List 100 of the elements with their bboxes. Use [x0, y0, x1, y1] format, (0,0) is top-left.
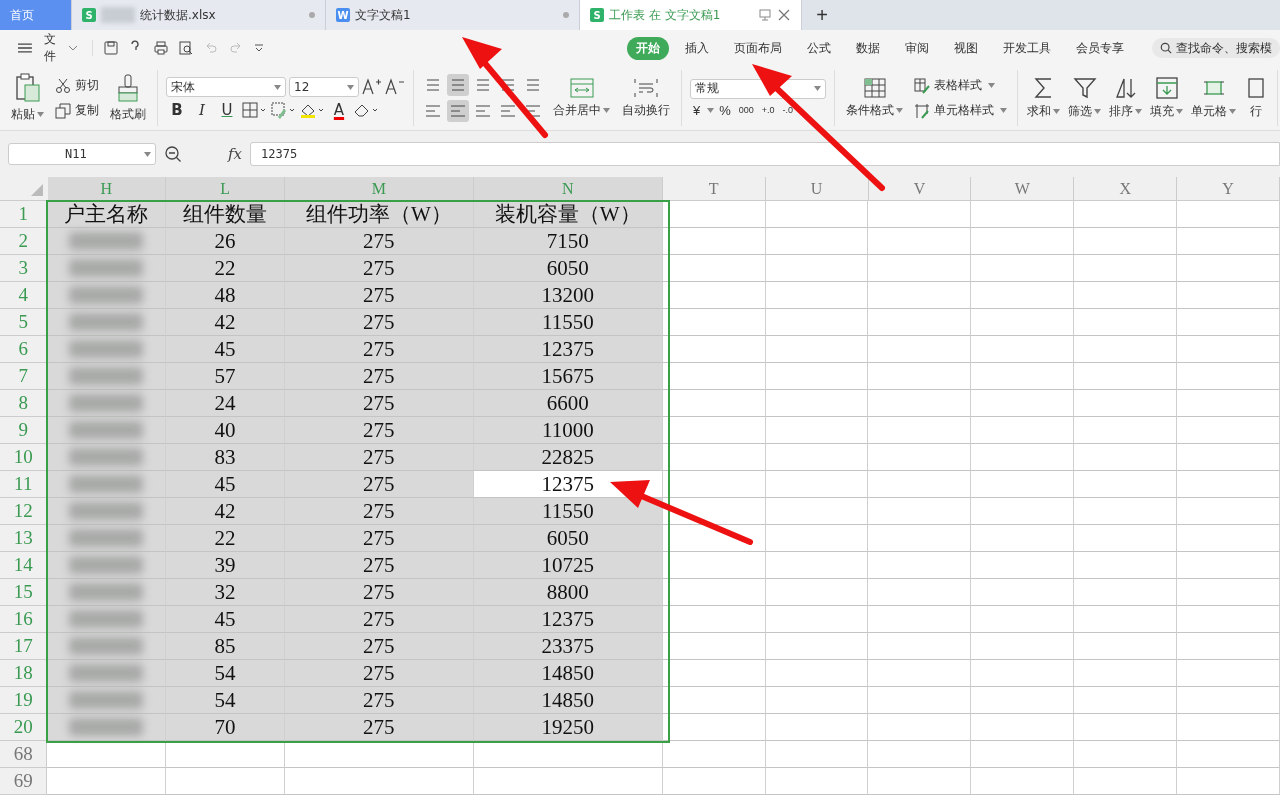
ribbon-tab[interactable]: 视图	[945, 36, 987, 60]
print-icon[interactable]	[152, 40, 169, 56]
document-tab[interactable]: S 统计数据.xlsx	[72, 0, 326, 30]
table-cell: 组件数量	[166, 201, 285, 228]
ribbon-tab[interactable]: 页面布局	[725, 36, 791, 60]
wrap-text-button[interactable]: 自动换行	[619, 77, 673, 119]
copy-button[interactable]: 复制	[53, 100, 101, 121]
column-header[interactable]: T	[662, 177, 766, 200]
increase-font-icon[interactable]	[362, 78, 382, 96]
caret-icon	[896, 108, 903, 113]
merge-center-button[interactable]: 合并居中	[550, 77, 613, 119]
ribbon-tab[interactable]: 插入	[676, 36, 718, 60]
new-tab-button[interactable]: +	[802, 0, 842, 30]
name-box[interactable]: N11	[8, 143, 156, 165]
table-cell: 6050	[473, 255, 663, 282]
wrap-text-icon	[633, 77, 659, 99]
table-cell: 26	[166, 228, 285, 255]
ribbon-tab[interactable]: 开发工具	[994, 36, 1060, 60]
thousands-button[interactable]: 000	[735, 105, 757, 115]
table-cell: 85	[166, 633, 285, 660]
borders-icon[interactable]	[241, 101, 267, 119]
ribbon-button[interactable]: 填充	[1149, 76, 1184, 120]
caret-icon	[37, 112, 44, 117]
table-cell: 275	[284, 714, 474, 741]
row-header[interactable]: 68	[0, 741, 48, 768]
cell-border-pen-icon[interactable]	[270, 101, 296, 119]
table-cell: 275	[284, 471, 474, 498]
file-menu[interactable]: 文件	[14, 31, 82, 65]
table-cell: 11550	[473, 309, 663, 336]
decrease-font-icon[interactable]	[385, 78, 405, 96]
table-icon	[862, 77, 887, 99]
currency-button[interactable]: ¥	[690, 102, 704, 118]
table-cell: 6600	[473, 390, 663, 417]
table-cell: 14850	[473, 660, 663, 687]
search-icon	[1160, 41, 1172, 55]
caret-icon	[1229, 109, 1236, 114]
column-header[interactable]: W	[971, 177, 1075, 200]
table-cell: 22	[166, 525, 285, 552]
align-icon[interactable]	[447, 100, 469, 122]
column-header[interactable]: Y	[1177, 177, 1280, 200]
tab-label: 文字文稿1	[355, 6, 411, 24]
document-tab[interactable]: W 文字文稿1	[326, 0, 580, 30]
save-icon[interactable]	[102, 40, 119, 56]
ribbon-tab[interactable]: 数据	[847, 36, 889, 60]
document-tab[interactable]: S 工作表 在 文字文稿1	[580, 0, 802, 30]
caret-icon	[1053, 109, 1060, 114]
copy-icon	[55, 102, 71, 119]
document-icon: W	[336, 8, 350, 22]
dropdown-icon[interactable]	[252, 42, 265, 54]
paste-button[interactable]: 粘贴	[8, 73, 47, 123]
table-cell: 14850	[473, 687, 663, 714]
ribbon-button[interactable]: 筛选	[1067, 76, 1102, 120]
column-header[interactable]: X	[1074, 177, 1178, 200]
font-color-button[interactable]: A	[328, 101, 350, 119]
table-cell: 275	[284, 228, 474, 255]
table-cell: 12375	[473, 606, 663, 633]
table-cell: 组件功率（W）	[284, 201, 474, 228]
underline-button[interactable]: U	[216, 101, 238, 119]
table-cell: 275	[284, 282, 474, 309]
italic-button[interactable]: I	[191, 101, 213, 119]
font-size-dropdown[interactable]: 12	[289, 77, 359, 97]
monitor-icon[interactable]	[758, 8, 772, 22]
formula-field[interactable]: 12375	[250, 142, 1280, 166]
table-style-button[interactable]: 表格样式	[912, 75, 1009, 96]
zoom-icon[interactable]	[164, 145, 182, 163]
cut-button[interactable]: 剪切	[53, 75, 101, 96]
caret-icon	[988, 83, 995, 88]
cell-style-button[interactable]: 单元格样式	[912, 100, 1009, 121]
ribbon-tab[interactable]: 公式	[798, 36, 840, 60]
ribbon-tab[interactable]: 审阅	[896, 36, 938, 60]
caret-icon	[274, 84, 281, 90]
function-label[interactable]: fx	[228, 145, 242, 163]
ribbon-tab[interactable]: 会员专享	[1067, 36, 1133, 60]
increase-decimal-button[interactable]: +.0	[758, 105, 778, 115]
table-cell: 54	[166, 687, 285, 714]
font-family-dropdown[interactable]: 宋体	[166, 77, 286, 97]
column-header[interactable]: V	[868, 177, 972, 200]
table-cell: 22	[166, 255, 285, 282]
table-cell: 19250	[473, 714, 663, 741]
print-preview-icon[interactable]	[177, 40, 194, 56]
ribbon-button[interactable]: 单元格	[1190, 76, 1237, 120]
ribbon-button[interactable]: 求和	[1026, 76, 1061, 120]
ribbon-button[interactable]: 行	[1243, 76, 1269, 120]
percent-button[interactable]: %	[716, 102, 734, 118]
table-cell: 275	[284, 606, 474, 633]
ribbon-button[interactable]: 排序	[1108, 76, 1143, 120]
close-icon[interactable]	[777, 8, 791, 22]
bold-button[interactable]: B	[166, 101, 188, 119]
format-painter-button[interactable]: 格式刷	[107, 73, 149, 123]
caret-icon	[144, 151, 151, 157]
column-header[interactable]: U	[765, 177, 869, 200]
row-header[interactable]: 69	[0, 768, 48, 795]
align-icon[interactable]	[447, 74, 469, 96]
decrease-decimal-button[interactable]: -.0	[779, 105, 797, 115]
conditional-format-button[interactable]: 条件格式	[843, 77, 906, 119]
table-cell: 户主名称	[47, 201, 167, 228]
table-cell: 40	[166, 417, 285, 444]
search-field[interactable]: 查找命令、搜索模	[1152, 38, 1280, 58]
caret-icon[interactable]	[707, 107, 715, 113]
table-cell: 275	[284, 336, 474, 363]
